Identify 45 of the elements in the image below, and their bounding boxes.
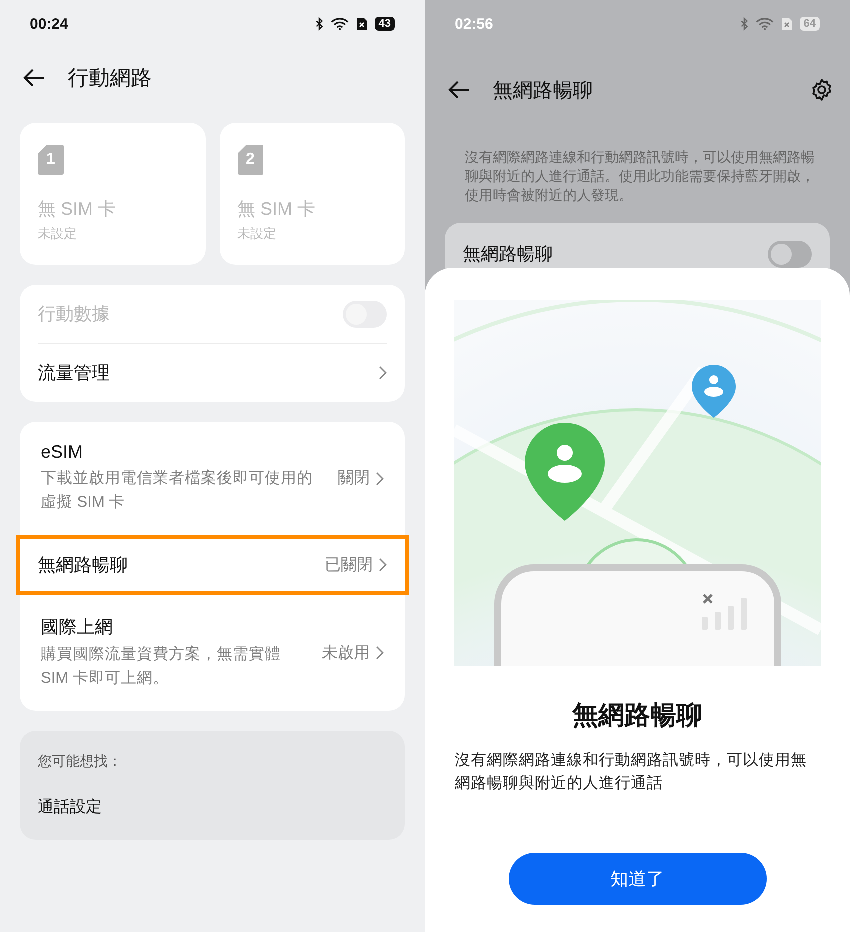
row-value: 關閉: [338, 469, 370, 489]
sim-name: 無 SIM 卡: [238, 198, 317, 221]
bluetooth-icon: [740, 17, 749, 31]
sim-slot-icon: 2: [238, 145, 264, 175]
no-sim-icon: [780, 17, 793, 31]
row-label: 無網路暢聊: [38, 554, 129, 577]
chevron-right-icon: [379, 366, 387, 380]
wifi-icon: [330, 17, 349, 31]
suggestion-link[interactable]: 通話設定: [38, 797, 387, 818]
sim-status: 未設定: [238, 225, 278, 243]
settings-icon[interactable]: [810, 78, 834, 102]
chevron-right-icon: [379, 558, 387, 572]
got-it-button[interactable]: 知道了: [508, 853, 766, 905]
settings-row[interactable]: 無網路暢聊 已關閉: [16, 535, 409, 595]
chevron-right-icon: [376, 646, 384, 660]
sheet-title: 無網路暢聊: [572, 699, 702, 732]
settings-row[interactable]: 流量管理: [38, 344, 387, 402]
page-title: 無網路暢聊: [493, 78, 594, 104]
page-title: 行動網路: [68, 66, 152, 92]
wifi-icon: [756, 17, 774, 31]
sim-slot-icon: 1: [38, 145, 64, 175]
row-value: 已關閉: [325, 556, 373, 576]
row-description: 購買國際流量資費方案，無需實體 SIM 卡即可上網。: [41, 644, 282, 689]
status-time: 02:56: [455, 16, 494, 32]
sim-status: 未設定: [38, 225, 78, 243]
battery-indicator: 64: [800, 17, 820, 31]
bluetooth-icon: [314, 17, 324, 31]
row-description: 下載並啟用電信業者檔案後即可使用的虛擬 SIM 卡: [41, 468, 314, 513]
settings-row[interactable]: eSIM 下載並啟用電信業者檔案後即可使用的虛擬 SIM 卡 關閉: [19, 422, 406, 535]
no-sim-icon: [356, 17, 368, 31]
row-label: 流量管理: [38, 362, 110, 385]
row-label: eSIM: [41, 442, 84, 463]
settings-row[interactable]: 國際上網 購買國際流量資費方案，無需實體 SIM 卡即可上網。 未啟用: [19, 595, 406, 711]
status-time: 00:24: [30, 16, 68, 32]
feature-description: 沒有網際網路連線和行動網路訊號時，可以使用無網路暢聊與附近的人進行通話。使用此功能需要保持藍牙開啟，使用時會被附近的人發現。: [465, 148, 816, 205]
row-value: 未啟用: [322, 644, 370, 664]
battery-indicator: 43: [374, 17, 395, 31]
toggle-switch[interactable]: [768, 240, 812, 268]
sim-name: 無 SIM 卡: [38, 198, 118, 221]
row-label: 無網路暢聊: [463, 243, 553, 266]
chevron-right-icon: [376, 472, 384, 486]
row-label: 行動數據: [38, 303, 110, 326]
suggestions-heading: 您可能想找：: [38, 753, 123, 771]
row-label: 國際上網: [41, 616, 114, 639]
sheet-description: 沒有網際網路連線和行動網路訊號時，可以使用無網路暢聊與附近的人進行通話: [455, 751, 808, 794]
